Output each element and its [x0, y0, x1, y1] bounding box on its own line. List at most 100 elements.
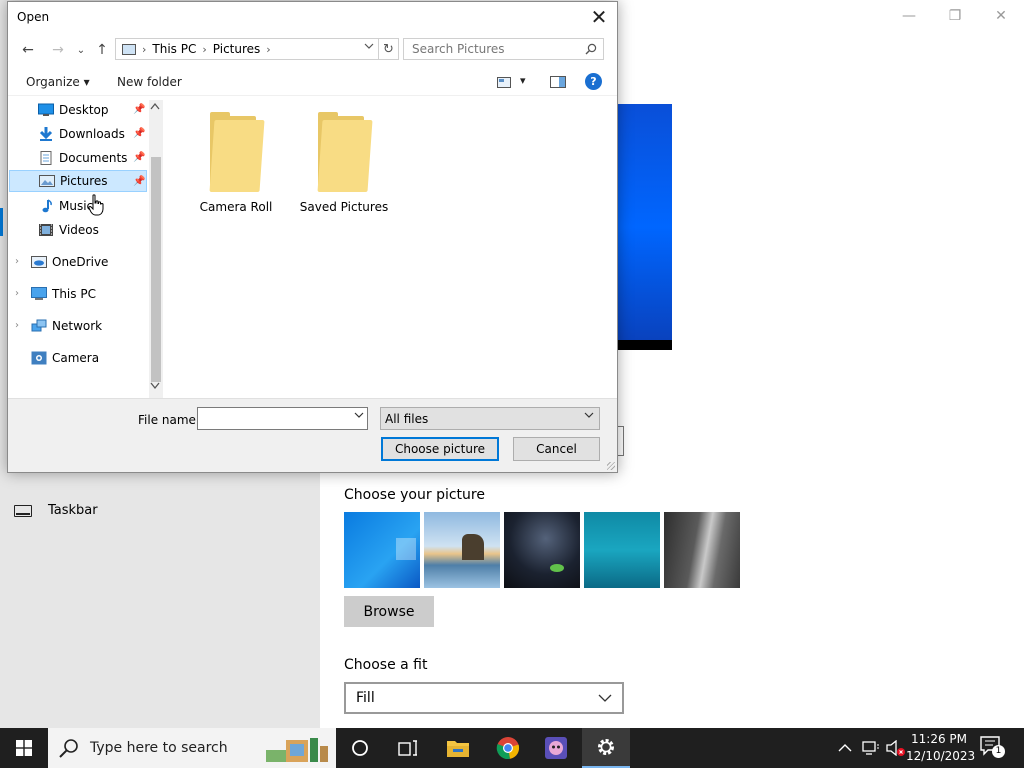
file-type-select[interactable]: All files — [380, 407, 600, 430]
nav-item-network[interactable]: Network — [31, 315, 146, 337]
sidebar-item-taskbar[interactable]: Taskbar — [14, 503, 98, 518]
start-button[interactable] — [0, 728, 48, 768]
pin-icon[interactable]: 📌 — [133, 152, 145, 163]
fit-select-value: Fill — [356, 690, 375, 706]
hand-cursor-icon — [88, 194, 104, 216]
chrome-button[interactable] — [484, 728, 532, 768]
nav-item-downloads[interactable]: Downloads — [38, 123, 146, 145]
folder-camera-roll[interactable]: Camera Roll — [191, 112, 281, 214]
help-button[interactable]: ? — [585, 73, 602, 90]
settings-app-button[interactable] — [582, 728, 630, 768]
breadcrumb-this-pc[interactable]: This PC — [152, 42, 196, 56]
view-dropdown[interactable]: ▾ — [520, 74, 526, 87]
choose-picture-label: Choose your picture — [344, 487, 485, 503]
expand-network-icon[interactable]: › — [15, 320, 19, 331]
cortana-button[interactable] — [336, 728, 384, 768]
pictures-location-icon — [122, 43, 136, 55]
preview-pane-icon[interactable] — [550, 76, 566, 88]
nav-item-documents[interactable]: Documents — [38, 147, 146, 169]
nav-item-label: Camera — [52, 351, 100, 365]
nav-pane-scroll-thumb[interactable] — [151, 157, 161, 382]
volume-muted-icon[interactable] — [886, 740, 906, 756]
pictures-icon — [39, 175, 55, 187]
pin-icon[interactable]: 📌 — [133, 128, 145, 139]
file-explorer-button[interactable] — [434, 728, 482, 768]
back-button[interactable]: ← — [18, 40, 38, 60]
taskbar-icon — [14, 504, 32, 517]
resize-grip[interactable] — [607, 462, 615, 470]
nav-item-label: Desktop — [59, 103, 109, 117]
address-dropdown-icon[interactable] — [364, 43, 374, 49]
picture-thumbnail-1[interactable] — [344, 512, 420, 588]
game-app-icon — [545, 737, 567, 759]
clock-time: 11:26 PM — [911, 732, 967, 746]
address-bar[interactable]: › This PC › Pictures › — [115, 38, 379, 60]
navigation-pane: Desktop 📌 Downloads 📌 Documents 📌 Pictur… — [8, 98, 165, 396]
this-pc-icon — [31, 287, 47, 300]
nav-item-camera[interactable]: Camera — [31, 347, 146, 369]
nav-item-videos[interactable]: Videos — [38, 219, 146, 241]
dialog-close-button[interactable]: ✕ — [587, 5, 611, 29]
organize-menu[interactable]: Organize ▾ — [26, 75, 90, 89]
picture-thumbnail-3[interactable] — [504, 512, 580, 588]
nav-item-label: Downloads — [59, 127, 125, 141]
nav-item-this-pc[interactable]: This PC — [31, 283, 146, 305]
scroll-down-icon[interactable] — [150, 382, 160, 390]
chevron-up-icon[interactable] — [838, 744, 852, 752]
file-type-value: All files — [385, 411, 429, 426]
notification-count: 1 — [992, 745, 1005, 758]
scroll-up-icon[interactable] — [150, 102, 160, 110]
expand-onedrive-icon[interactable]: › — [15, 256, 19, 267]
nav-item-label: OneDrive — [52, 255, 109, 269]
file-name-input[interactable] — [197, 407, 368, 430]
dialog-toolbar: Organize ▾ New folder ▾ ? — [8, 68, 617, 96]
chevron-down-icon[interactable] — [354, 412, 364, 418]
task-view-icon — [398, 740, 417, 756]
expand-this-pc-icon[interactable]: › — [15, 288, 19, 299]
open-dialog: Open ✕ ← → ⌄ ↑ › This PC › Pictures › ↻ … — [7, 1, 618, 473]
music-icon — [42, 199, 52, 213]
search-input[interactable]: Search Pictures — [403, 38, 604, 60]
nav-item-label: Network — [52, 319, 103, 333]
chevron-down-icon — [598, 694, 612, 702]
forward-button[interactable]: → — [48, 40, 68, 60]
picture-thumbnail-4[interactable] — [584, 512, 660, 588]
choose-picture-button[interactable]: Choose picture — [381, 437, 499, 461]
nav-item-label: Videos — [59, 223, 99, 237]
folder-saved-pictures[interactable]: Saved Pictures — [299, 112, 389, 214]
taskbar-search-box[interactable]: Type here to search — [48, 728, 336, 768]
pin-icon[interactable]: 📌 — [133, 176, 145, 187]
breadcrumb-pictures[interactable]: Pictures — [213, 42, 261, 56]
search-icon — [585, 43, 597, 55]
cortana-circle-icon — [352, 740, 368, 756]
browse-button[interactable]: Browse — [344, 596, 434, 627]
file-name-label: File name: — [138, 413, 200, 427]
view-options-icon[interactable] — [497, 77, 511, 88]
clock[interactable]: 11:26 PM 12/10/2023 — [906, 731, 975, 765]
task-view-button[interactable] — [384, 728, 432, 768]
folder-label: Camera Roll — [199, 200, 273, 214]
minimize-button[interactable]: — — [886, 6, 932, 26]
restore-button[interactable]: ❐ — [932, 6, 978, 26]
pin-icon[interactable]: 📌 — [133, 104, 145, 115]
nav-item-label: Pictures — [60, 174, 108, 188]
fit-select[interactable]: Fill — [344, 682, 624, 714]
notifications-button[interactable]: 1 — [980, 736, 1006, 760]
new-folder-button[interactable]: New folder — [117, 75, 182, 89]
nav-item-onedrive[interactable]: OneDrive — [31, 251, 146, 273]
search-placeholder: Search Pictures — [412, 42, 505, 56]
nav-item-desktop[interactable]: Desktop — [38, 99, 146, 121]
close-button[interactable]: ✕ — [978, 6, 1024, 26]
cancel-button[interactable]: Cancel — [513, 437, 600, 461]
system-tray — [838, 728, 906, 768]
game-app-button[interactable] — [532, 728, 580, 768]
picture-thumbnail-2[interactable] — [424, 512, 500, 588]
nav-item-pictures[interactable]: Pictures — [9, 170, 147, 192]
recent-locations-button[interactable]: ⌄ — [71, 40, 91, 60]
refresh-button[interactable]: ↻ — [379, 38, 399, 60]
picture-thumbnail-5[interactable] — [664, 512, 740, 588]
up-button[interactable]: ↑ — [92, 40, 112, 60]
network-status-icon[interactable] — [862, 741, 880, 755]
breadcrumb-separator: › — [202, 42, 207, 56]
breadcrumb-separator: › — [142, 42, 147, 56]
